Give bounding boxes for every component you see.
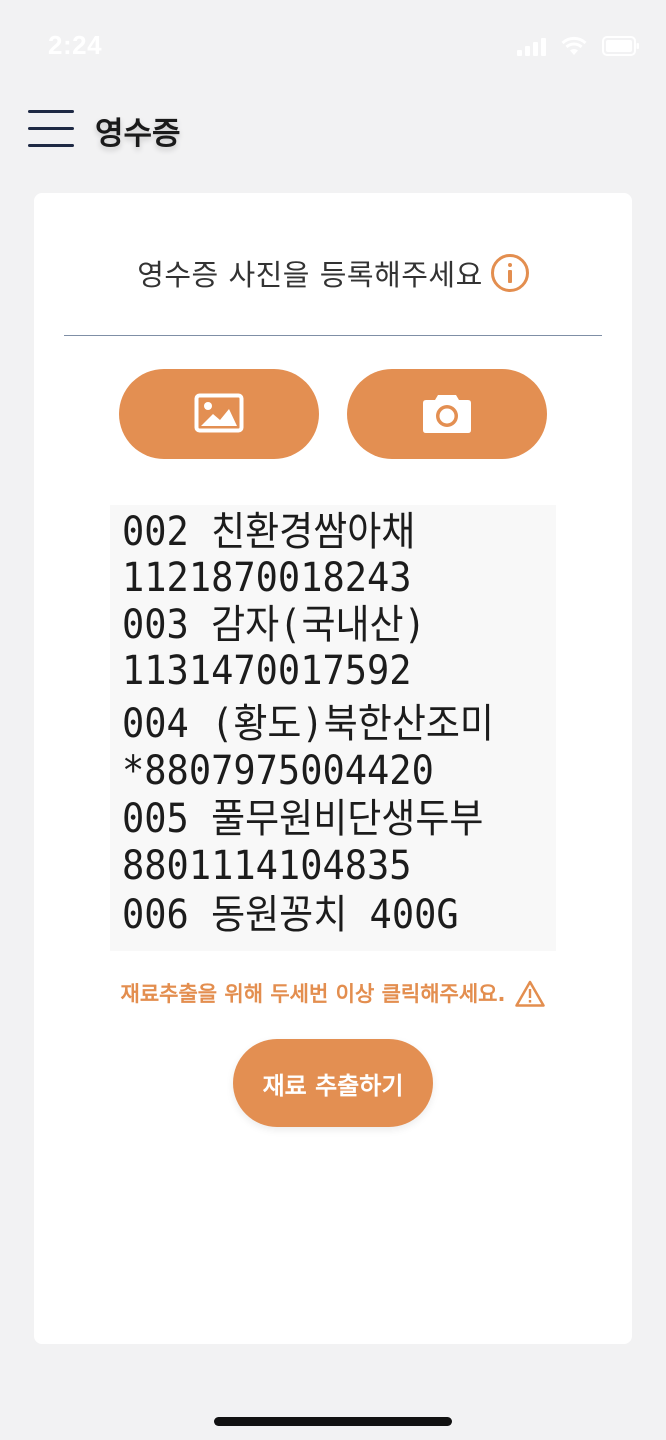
hamburger-menu-icon[interactable] — [28, 110, 76, 150]
warning-row: 재료추출을 위해 두세번 이상 클릭해주세요. — [34, 975, 632, 1011]
divider — [64, 335, 602, 336]
camera-icon — [422, 392, 472, 437]
battery-icon — [602, 36, 640, 56]
warning-triangle-icon — [515, 980, 546, 1007]
receipt-line: 1131470017592 — [122, 647, 412, 694]
page-title: 영수증 — [95, 116, 181, 152]
upload-buttons — [119, 369, 547, 459]
wifi-icon — [560, 36, 588, 56]
receipt-image: 002 친환경쌈아채 1121870018243 003 감자(국내산) 113… — [110, 505, 556, 951]
image-icon — [194, 393, 244, 436]
status-bar: 2:24 — [0, 0, 666, 96]
signal-icon — [517, 36, 546, 56]
receipt-line: *8807975004420 — [122, 747, 434, 794]
card-heading-row: 영수증 사진을 등록해주세요 — [34, 245, 632, 301]
app-header: 영수증 — [0, 96, 666, 162]
receipt-line: 005 풀무원비단생두부 — [122, 795, 484, 842]
receipt-line: 006 동원꽁치 400G — [122, 891, 459, 938]
receipt-line: 8801114104835 — [122, 842, 412, 889]
extract-ingredients-button[interactable]: 재료 추출하기 — [233, 1039, 433, 1127]
receipt-line: 1121870018243 — [122, 554, 412, 601]
home-indicator — [214, 1417, 452, 1426]
status-icons — [517, 36, 640, 56]
status-time: 2:24 — [48, 30, 103, 60]
card-heading: 영수증 사진을 등록해주세요 — [137, 258, 483, 292]
info-icon[interactable] — [490, 254, 529, 292]
receipt-line: 004 (황도)북한산조미 — [122, 700, 494, 747]
receipt-line: 003 감자(국내산) — [122, 601, 426, 648]
receipt-line: 002 친환경쌈아채 — [122, 508, 416, 555]
gallery-button[interactable] — [119, 369, 319, 459]
camera-button[interactable] — [347, 369, 547, 459]
warning-text: 재료추출을 위해 두세번 이상 클릭해주세요. — [120, 982, 506, 1006]
receipt-upload-card: 영수증 사진을 등록해주세요 002 친환경쌈아채 1121870018243 … — [34, 193, 632, 1344]
receipt-screen: 2:24 영수증 영수증 사진을 등록해주세요 002 친환경쌈아채 11218… — [0, 0, 666, 1440]
